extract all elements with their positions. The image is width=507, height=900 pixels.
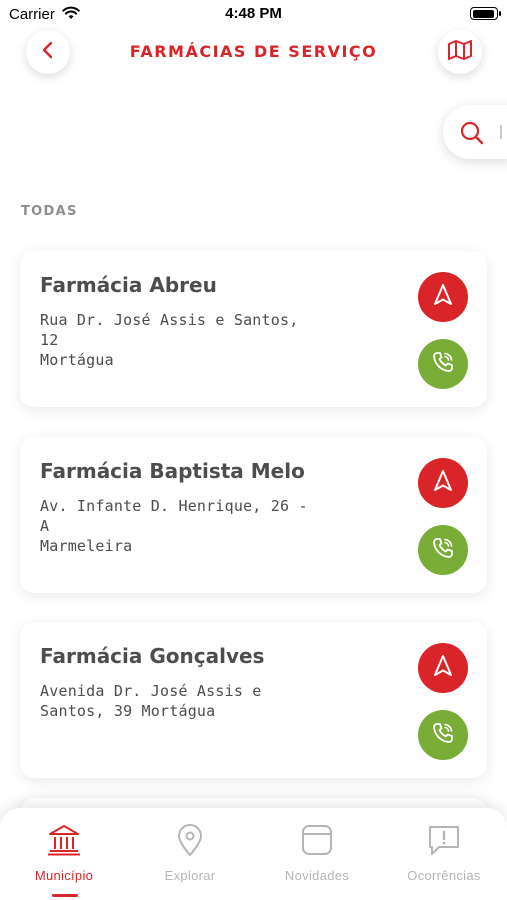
- tab-novidades[interactable]: Novidades: [254, 808, 380, 900]
- location-pin-icon: [172, 822, 208, 858]
- pharmacy-name: Farmácia Abreu: [40, 273, 217, 297]
- address-line: Rua Dr. José Assis e Santos, 12: [40, 311, 299, 349]
- tab-label: Município: [34, 868, 94, 883]
- call-button[interactable]: [418, 339, 468, 389]
- directions-button[interactable]: [418, 458, 468, 508]
- call-button[interactable]: [418, 710, 468, 760]
- tab-municipio[interactable]: Município: [1, 808, 127, 900]
- pharmacy-address: Rua Dr. José Assis e Santos, 12 Mortágua: [40, 310, 325, 370]
- directions-button[interactable]: [418, 272, 468, 322]
- navigation-arrow-icon: [432, 283, 454, 311]
- municipality-icon: [46, 822, 82, 858]
- address-line: Mortágua: [40, 351, 114, 369]
- search-divider: [500, 125, 502, 139]
- pharmacy-card[interactable]: Farmácia Abreu Rua Dr. José Assis e Sant…: [20, 251, 487, 407]
- tab-ocorrencias[interactable]: Ocorrências: [381, 808, 507, 900]
- pharmacy-card[interactable]: Farmácia Baptista Melo Av. Infante D. He…: [20, 437, 487, 593]
- battery-icon: [470, 7, 501, 20]
- section-label: TODAS: [21, 204, 78, 219]
- active-tab-indicator: [52, 894, 78, 897]
- status-bar: Carrier 4:48 PM: [0, 0, 507, 30]
- pharmacy-address: Avenida Dr. José Assis e Santos, 39 Mort…: [40, 681, 325, 721]
- phone-icon: [431, 721, 455, 749]
- tab-label: Novidades: [284, 868, 350, 883]
- address-line: Av. Infante D. Henrique, 26 - A: [40, 497, 308, 535]
- call-button[interactable]: [418, 525, 468, 575]
- status-time: 4:48 PM: [225, 5, 282, 22]
- phone-icon: [431, 536, 455, 564]
- tab-bar: Município Explorar Novidades Ocorrências: [0, 808, 507, 900]
- pharmacy-name: Farmácia Gonçalves: [40, 644, 265, 668]
- address-line: Marmeleira: [40, 537, 133, 555]
- pharmacy-name: Farmácia Baptista Melo: [40, 459, 305, 483]
- directions-button[interactable]: [418, 643, 468, 693]
- address-line: Santos, 39 Mortágua: [40, 702, 216, 720]
- navigation-arrow-icon: [432, 654, 454, 682]
- phone-icon: [431, 350, 455, 378]
- page-title: FARMÁCIAS DE SERVIÇO: [129, 42, 378, 61]
- news-icon: [299, 822, 335, 858]
- navigation-arrow-icon: [432, 469, 454, 497]
- search-input[interactable]: [443, 105, 507, 159]
- map-icon: [447, 39, 473, 65]
- pharmacy-address: Av. Infante D. Henrique, 26 - A Marmelei…: [40, 496, 325, 556]
- tab-explorar[interactable]: Explorar: [127, 808, 253, 900]
- pharmacy-card[interactable]: Farmácia Gonçalves Avenida Dr. José Assi…: [20, 622, 487, 778]
- alert-bubble-icon: [426, 822, 462, 858]
- tab-label: Explorar: [164, 868, 216, 883]
- tab-label: Ocorrências: [407, 868, 481, 883]
- search-icon: [459, 120, 485, 150]
- map-button[interactable]: [438, 30, 482, 74]
- address-line: Avenida Dr. José Assis e: [40, 682, 262, 700]
